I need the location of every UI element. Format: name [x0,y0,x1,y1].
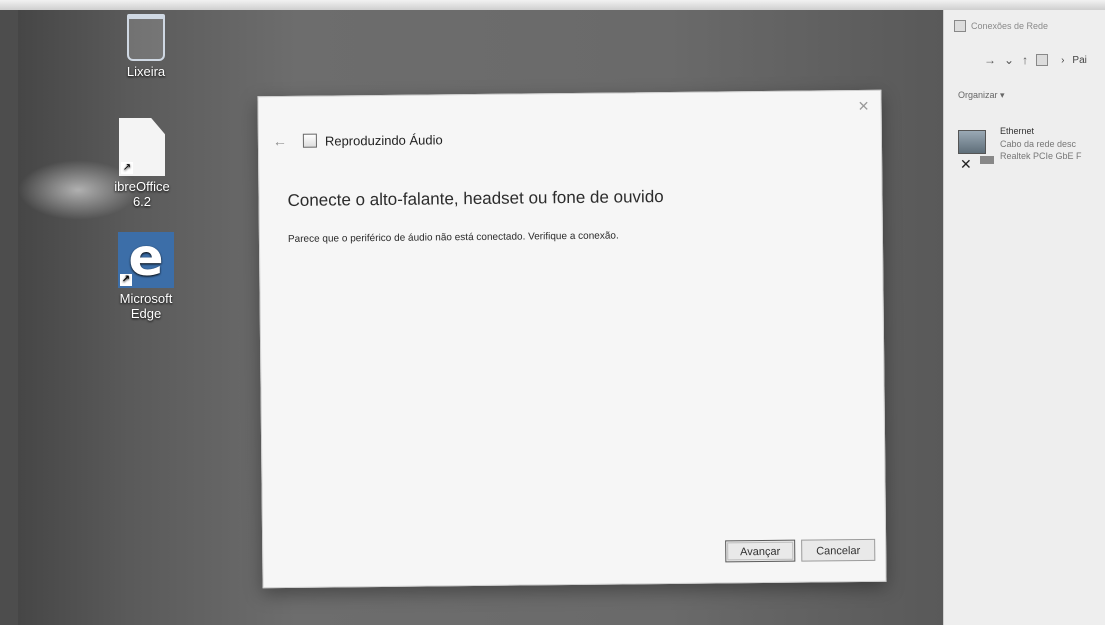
explorer-title: Conexões de Rede [971,21,1049,31]
breadcrumb-separator: › [1061,54,1065,66]
recycle-bin-icon [127,14,165,61]
shortcut-arrow-icon: ↗ [121,162,133,174]
network-connections-window: Conexões de Rede → ⌄ ↑ › Pai Organizar ▾… [943,10,1105,625]
back-arrow-icon[interactable]: ← [273,133,293,149]
dialog-heading: Conecte o alto-falante, headset ou fone … [287,187,664,210]
recycle-bin-label: Lixeira [126,64,166,79]
recycle-bin-shortcut[interactable]: Lixeira [110,14,182,79]
cancel-button[interactable]: Cancelar [801,538,876,562]
dialog-footer: Avançar Cancelar [724,538,876,563]
explorer-titlebar: Conexões de Rede [954,20,1048,32]
breadcrumb[interactable]: Pai [1072,55,1086,66]
edge-shortcut[interactable]: e ↗ Microsoft Edge [110,232,182,321]
libreoffice-label: ibreOffice 6.2 [114,179,170,209]
shortcut-arrow-icon: ↗ [120,274,132,286]
next-button[interactable]: Avançar [724,539,796,563]
libreoffice-icon: ↗ [119,118,165,176]
network-folder-icon [954,20,966,32]
list-item-ethernet[interactable]: ✕ Ethernet Cabo da rede desc Realtek PCI… [958,126,1105,182]
edge-icon: e ↗ [118,232,174,288]
chevron-down-icon[interactable]: ⌄ [1004,53,1014,67]
edge-label: Microsoft Edge [119,291,173,321]
photo-edge [0,0,1105,10]
dialog-title: Reproduzindo Áudio [324,131,443,149]
libreoffice-shortcut[interactable]: ↗ ibreOffice 6.2 [106,118,178,209]
troubleshooter-icon [302,133,317,148]
close-icon[interactable]: ✕ [854,97,872,115]
adapter-device: Realtek PCIe GbE F [1000,151,1082,161]
disconnected-x-icon: ✕ [960,156,972,172]
up-arrow-icon[interactable]: ↑ [1022,53,1028,67]
network-adapter-icon [958,130,986,154]
explorer-nav: → ⌄ ↑ › Pai [984,53,1087,67]
forward-arrow-icon[interactable]: → [984,53,996,67]
dialog-message: Parece que o periférico de áudio não est… [287,230,619,245]
cable-plug-icon [980,156,994,164]
monitor-bezel [0,10,18,625]
dialog-header: ← Reproduzindo Áudio [273,131,443,149]
audio-troubleshooter-dialog: ✕ ← Reproduzindo Áudio Conecte o alto-fa… [257,89,887,589]
adapter-status: Cabo da rede desc [1000,139,1077,149]
adapter-name: Ethernet [1000,126,1035,136]
network-folder-icon [1036,54,1049,66]
organize-menu[interactable]: Organizar ▾ [958,90,1005,101]
